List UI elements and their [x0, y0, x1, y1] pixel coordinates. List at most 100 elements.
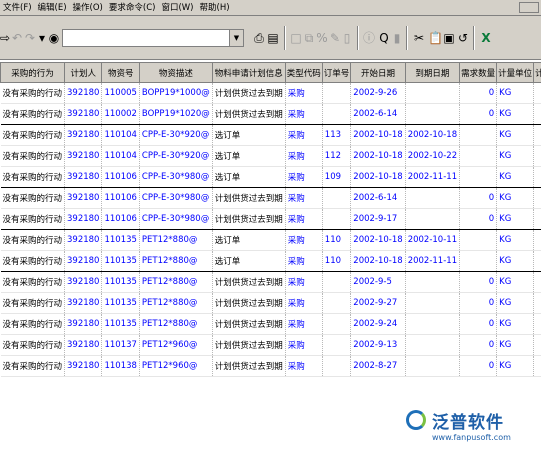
table-cell[interactable]: 392180: [64, 271, 103, 293]
copy-doc-icon[interactable]: ⧉: [303, 29, 315, 47]
undo-icon[interactable]: ↺: [457, 29, 469, 47]
table-cell[interactable]: 2002-6-14: [350, 103, 406, 125]
table-cell[interactable]: [405, 271, 461, 293]
table-cell[interactable]: [322, 103, 352, 125]
table-cell[interactable]: [459, 124, 498, 146]
table-cell[interactable]: 采购: [285, 82, 323, 104]
table-cell[interactable]: CPP-E-30*980@: [139, 166, 213, 188]
table-cell[interactable]: PET12*880@: [139, 250, 213, 272]
table-cell[interactable]: 采购: [285, 292, 323, 314]
table-cell[interactable]: 0: [533, 208, 541, 230]
table-cell[interactable]: 2002-8-27: [350, 355, 406, 377]
table-cell[interactable]: 2002-10-18: [350, 145, 406, 167]
table-cell[interactable]: KG: [496, 313, 535, 335]
table-cell[interactable]: 110106: [101, 187, 140, 209]
table-cell[interactable]: PET12*880@: [139, 271, 213, 293]
table-cell[interactable]: [322, 82, 352, 104]
table-cell[interactable]: 392180: [64, 208, 103, 230]
table-cell[interactable]: [405, 103, 461, 125]
table-cell[interactable]: [405, 187, 461, 209]
table-cell[interactable]: 计划供货过去到期: [212, 355, 286, 377]
table-cell[interactable]: [405, 208, 461, 230]
table-cell[interactable]: 113: [322, 124, 352, 146]
table-cell[interactable]: 采购: [285, 208, 323, 230]
table-cell[interactable]: KG: [496, 187, 535, 209]
table-cell[interactable]: 采购: [285, 124, 323, 146]
column-header[interactable]: 订单号: [321, 62, 352, 83]
table-cell[interactable]: 110104: [101, 145, 140, 167]
cut-icon[interactable]: ✂: [413, 29, 425, 47]
clear-icon[interactable]: ▯: [342, 29, 352, 47]
table-cell[interactable]: PET12*960@: [139, 355, 213, 377]
table-cell[interactable]: 没有采购的行动: [0, 124, 66, 146]
print-icon[interactable]: ⎙: [252, 29, 266, 47]
table-row[interactable]: 没有采购的行动 392180 110104 CPP-E-30*920@ 选订单 采购 113…: [0, 124, 541, 146]
table-row[interactable]: 没有采购的行动 392180 110106 CPP-E-30*980@ 计划供货过去到期…: [0, 208, 541, 230]
column-header[interactable]: 开始日期: [350, 62, 406, 83]
table-cell[interactable]: 没有采购的行动: [0, 355, 66, 377]
table-cell[interactable]: CPP-E-30*920@: [139, 145, 213, 167]
save-icon[interactable]: ▣: [443, 29, 455, 47]
table-cell[interactable]: 110106: [101, 166, 140, 188]
table-cell[interactable]: 0: [459, 313, 498, 335]
table-cell[interactable]: KG: [496, 292, 535, 314]
table-cell[interactable]: 112: [322, 145, 352, 167]
table-cell[interactable]: 0: [533, 271, 541, 293]
table-cell[interactable]: 392180: [64, 334, 103, 356]
table-cell[interactable]: KG: [496, 103, 535, 125]
table-cell[interactable]: 2002-9-24: [350, 313, 406, 335]
table-cell[interactable]: 采购: [285, 166, 323, 188]
table-cell[interactable]: KG: [496, 82, 535, 104]
table-cell[interactable]: 110137: [101, 334, 140, 356]
table-cell[interactable]: 没有采购的行动: [0, 145, 66, 167]
column-header[interactable]: 物料申请计划信息: [211, 62, 286, 83]
table-cell[interactable]: 没有采购的行动: [0, 229, 66, 251]
table-cell[interactable]: 0: [459, 334, 498, 356]
table-cell[interactable]: 计划供货过去到期: [212, 313, 286, 335]
table-row[interactable]: 没有采购的行动 392180 110106 CPP-E-30*980@ 选订单 采购 109…: [0, 166, 541, 188]
table-cell[interactable]: 0: [533, 334, 541, 356]
table-cell[interactable]: 0: [533, 355, 541, 377]
table-cell[interactable]: 选订单: [212, 250, 286, 272]
table-cell[interactable]: 2002-9-5: [350, 271, 406, 293]
column-header[interactable]: 计划人: [64, 62, 103, 83]
down-icon[interactable]: ▾: [37, 29, 47, 47]
table-cell[interactable]: KG: [496, 250, 535, 272]
query-icon[interactable]: Q: [378, 29, 390, 47]
table-cell[interactable]: KG: [496, 355, 535, 377]
table-cell[interactable]: 2002-10-18: [405, 124, 461, 146]
table-cell[interactable]: 没有采购的行动: [0, 292, 66, 314]
table-cell[interactable]: 2002-11-11: [405, 166, 461, 188]
menu-item[interactable]: 编辑(E): [35, 0, 70, 16]
column-header[interactable]: 物资描述: [138, 62, 213, 83]
table-cell[interactable]: 110135: [101, 271, 140, 293]
table-cell[interactable]: 110002: [101, 103, 140, 125]
table-cell[interactable]: 计划供货过去到期: [212, 82, 286, 104]
table-cell[interactable]: 2002-10-18: [350, 229, 406, 251]
table-cell[interactable]: CPP-E-30*980@: [139, 187, 213, 209]
table-cell[interactable]: 没有采购的行动: [0, 250, 66, 272]
table-cell[interactable]: 1989: [533, 124, 541, 146]
column-header[interactable]: 类型代码: [284, 62, 323, 83]
table-cell[interactable]: 110135: [101, 250, 140, 272]
table-cell[interactable]: 0: [533, 292, 541, 314]
menu-item[interactable]: 文件(F): [0, 0, 35, 16]
table-row[interactable]: 没有采购的行动 392180 110104 CPP-E-30*920@ 选订单 采购 112…: [0, 145, 541, 167]
table-cell[interactable]: 2002-10-11: [405, 229, 461, 251]
table-cell[interactable]: 392180: [64, 229, 103, 251]
table-cell[interactable]: [322, 271, 352, 293]
table-cell[interactable]: 2002-9-13: [350, 334, 406, 356]
column-header[interactable]: 计量单位: [496, 62, 535, 83]
binoculars-icon[interactable]: ◉: [47, 29, 61, 47]
table-cell[interactable]: 2002-10-18: [350, 124, 406, 146]
table-cell[interactable]: PET12*880@: [139, 313, 213, 335]
column-header[interactable]: 物资号: [101, 62, 140, 83]
window-restore-button[interactable]: [519, 2, 539, 13]
menu-item[interactable]: 操作(O): [70, 0, 106, 16]
table-cell[interactable]: 采购: [285, 271, 323, 293]
table-cell[interactable]: 采购: [285, 313, 323, 335]
table-cell[interactable]: 392180: [64, 166, 103, 188]
table-cell[interactable]: 500: [533, 229, 541, 251]
table-cell[interactable]: [322, 334, 352, 356]
table-cell[interactable]: [322, 208, 352, 230]
